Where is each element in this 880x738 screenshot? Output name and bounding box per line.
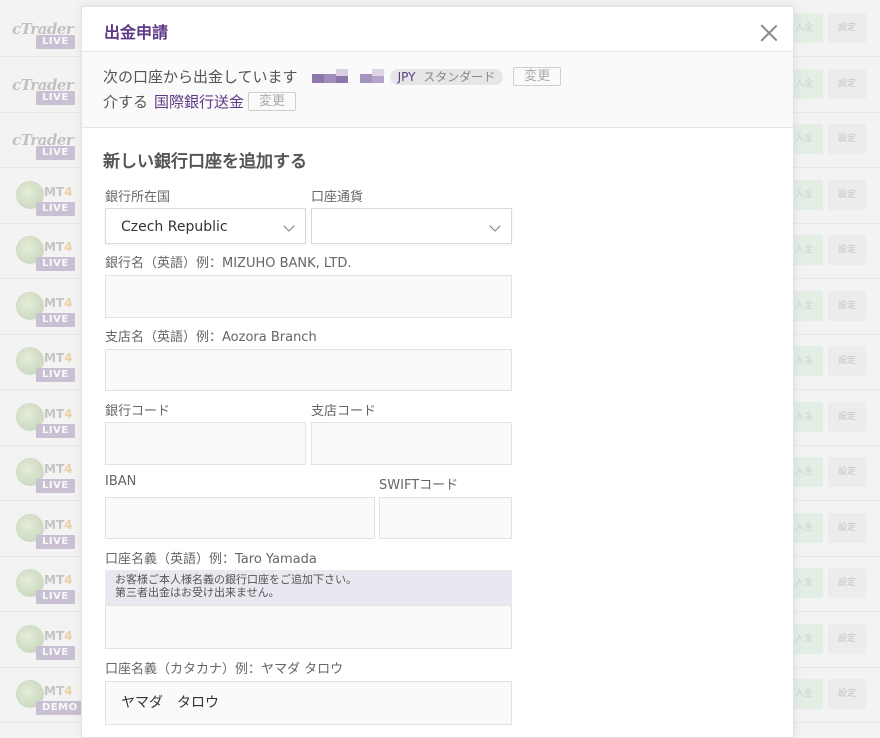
swift-label: SWIFTコード — [379, 478, 459, 493]
platform-name: MT4 — [44, 351, 73, 365]
change-method-button[interactable]: 変更 — [248, 92, 297, 111]
account-tag: LIVE — [36, 479, 75, 493]
account-tag: LIVE — [36, 146, 75, 160]
account-tag: LIVE — [36, 423, 75, 438]
chevron-down-icon — [283, 220, 295, 232]
change-account-button[interactable]: 変更 — [513, 67, 562, 86]
settings-button[interactable]: 設定 — [828, 235, 866, 265]
account-currency: JPY — [397, 69, 416, 84]
branch-name-label: 支店名（英語）例：Aozora Branch — [105, 330, 317, 345]
branch-code-label: 支店コード — [311, 404, 377, 419]
bank-code-label: 銀行コード — [105, 404, 171, 419]
swift-input[interactable] — [379, 497, 512, 539]
bank-code-input[interactable] — [105, 422, 306, 465]
settings-button[interactable]: 設定 — [828, 457, 866, 487]
withdrawal-modal: 出金申請 次の口座から出金しています JPY スタンダード 変更 介する 国際銀… — [81, 6, 794, 738]
iban-label: IBAN — [105, 474, 137, 489]
mt4-logo: MT4 LIVE — [12, 402, 78, 438]
settings-button[interactable]: 設定 — [828, 512, 866, 543]
masked-account-number — [311, 67, 352, 87]
mt4-logo: MT4 LIVE — [12, 569, 78, 604]
account-badge: JPY スタンダード — [389, 68, 504, 85]
modal-title: 出金申請 — [104, 23, 169, 42]
country-select[interactable]: Czech Republic — [105, 208, 306, 244]
mt4-logo: MT4 LIVE — [12, 458, 78, 493]
settings-button[interactable]: 設定 — [828, 346, 866, 376]
account-tag: LIVE — [36, 590, 75, 604]
currency-select[interactable] — [311, 208, 512, 244]
bank-name-label: 銀行名（英語）例：MIZUHO BANK, LTD. — [105, 256, 352, 271]
settings-button[interactable]: 設定 — [828, 401, 866, 432]
holder-en-label: 口座名義（英語）例：Taro Yamada — [105, 552, 317, 567]
holder-kana-label: 口座名義（カタカナ）例：ヤマダ タロウ — [105, 662, 344, 677]
platform-name: MT4 — [44, 295, 73, 310]
holder-kana-input[interactable]: ヤマダ タロウ — [105, 681, 512, 725]
account-type: スタンダード — [423, 69, 496, 84]
settings-button[interactable]: 設定 — [828, 623, 866, 654]
holder-notice-line1: お客様ご本人様名義の銀行口座をご追加下さい。 — [115, 573, 357, 586]
via-text: 介する — [103, 93, 149, 111]
settings-button[interactable]: 設定 — [828, 68, 866, 99]
account-tag: LIVE — [36, 368, 75, 382]
holder-en-input[interactable] — [105, 605, 512, 649]
platform-name: MT4 — [44, 628, 73, 643]
form-heading: 新しい銀行口座を追加する — [103, 152, 307, 172]
platform-name: MT4 — [44, 462, 73, 476]
account-tag: LIVE — [36, 534, 75, 549]
platform-name: MT4 — [44, 406, 73, 421]
branch-code-input[interactable] — [311, 422, 512, 465]
account-tag: LIVE — [36, 312, 75, 327]
platform-name: MT4 — [44, 240, 73, 254]
account-tag: LIVE — [36, 201, 75, 216]
currency-label: 口座通貨 — [311, 190, 364, 205]
account-tag: DEMO — [36, 701, 84, 715]
platform-name: MT4 — [44, 684, 73, 698]
settings-button[interactable]: 設定 — [828, 679, 866, 709]
masked-account-number-2 — [359, 67, 388, 87]
platform-name: MT4 — [44, 517, 73, 532]
mt4-logo: MT4 DEMO — [12, 680, 84, 715]
account-tag: LIVE — [36, 645, 75, 660]
platform-name: MT4 — [44, 573, 73, 587]
iban-input[interactable] — [105, 497, 375, 539]
settings-button[interactable]: 設定 — [828, 568, 866, 598]
settings-button[interactable]: 設定 — [828, 124, 866, 154]
ctrader-logo: cTrader LIVE — [12, 70, 78, 105]
account-tag: LIVE — [36, 257, 75, 271]
mt4-logo: MT4 LIVE — [12, 236, 78, 271]
account-tag: LIVE — [36, 35, 75, 49]
branch-name-input[interactable] — [105, 349, 512, 391]
holder-notice-line2: 第三者出金はお受け出来ません。 — [115, 586, 280, 599]
bank-name-input[interactable] — [105, 275, 512, 318]
account-tag: LIVE — [36, 90, 75, 105]
holder-notice: お客様ご本人様名義の銀行口座をご追加下さい。 第三者出金はお受け出来ません。 — [105, 570, 512, 605]
modal-header: 出金申請 — [82, 7, 793, 52]
source-account-section: 次の口座から出金しています JPY スタンダード 変更 介する 国際銀行送金 変… — [82, 52, 793, 128]
country-value: Czech Republic — [121, 219, 228, 235]
mt4-logo: MT4 LIVE — [12, 291, 78, 327]
mt4-logo: MT4 LIVE — [12, 180, 78, 216]
ctrader-logo: cTrader LIVE — [12, 14, 78, 49]
settings-button[interactable]: 設定 — [828, 290, 866, 321]
withdrawal-method-link[interactable]: 国際銀行送金 — [154, 91, 244, 112]
close-icon[interactable] — [759, 23, 779, 43]
platform-name: MT4 — [44, 184, 73, 199]
chevron-down-icon — [489, 220, 501, 232]
from-account-text: 次の口座から出金しています — [103, 68, 298, 86]
settings-button[interactable]: 設定 — [828, 13, 866, 43]
country-label: 銀行所在国 — [105, 190, 171, 205]
ctrader-logo: cTrader LIVE — [12, 125, 78, 160]
settings-button[interactable]: 設定 — [828, 179, 866, 210]
mt4-logo: MT4 LIVE — [12, 347, 78, 382]
mt4-logo: MT4 LIVE — [12, 513, 78, 549]
mt4-logo: MT4 LIVE — [12, 624, 78, 660]
